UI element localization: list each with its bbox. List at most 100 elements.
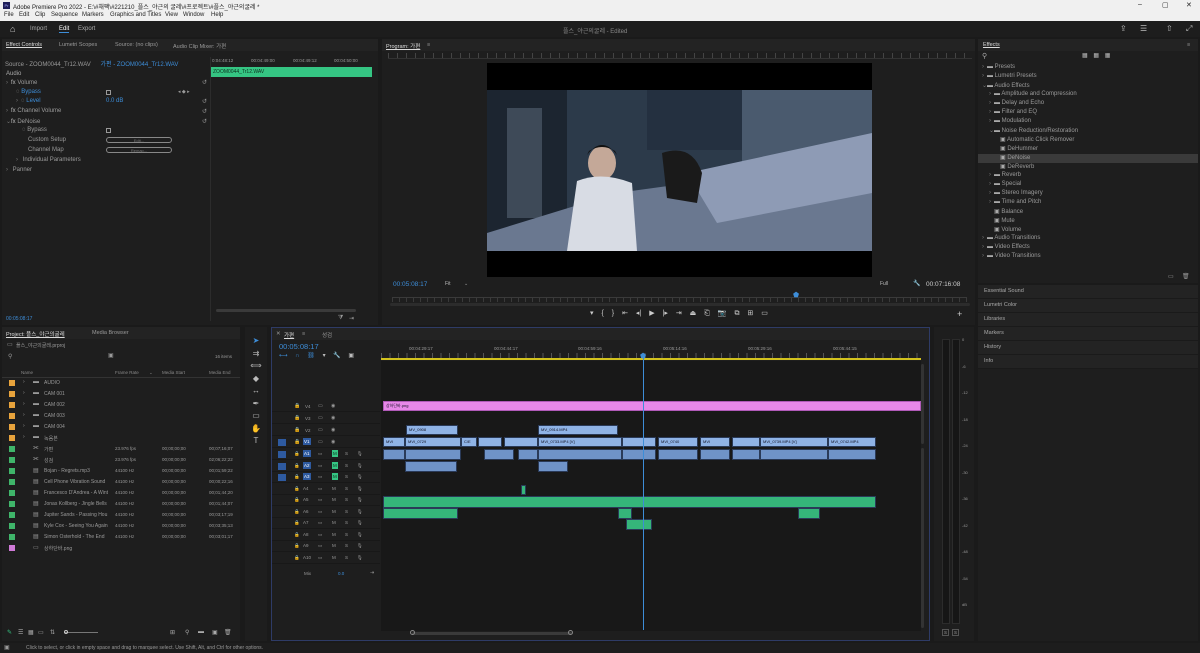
bypass-checkbox[interactable] <box>106 90 111 95</box>
scroll-handle[interactable] <box>410 630 415 635</box>
video-clip[interactable]: C/E <box>461 437 477 447</box>
project-item[interactable]: › ▬ CAM 003 <box>2 411 240 422</box>
step-back-icon[interactable]: ◂| <box>636 310 641 317</box>
effects-item[interactable]: ▣ DeReverb <box>978 163 1198 172</box>
label-color-swatch[interactable] <box>9 446 15 452</box>
video-clip[interactable]: MVI_0733.MP4 [V] <box>538 437 622 447</box>
audio-clip[interactable] <box>383 449 405 460</box>
home-icon[interactable]: ⌂ <box>10 24 15 34</box>
fit-dropdown[interactable]: Fit <box>445 281 451 287</box>
audio-clip[interactable] <box>658 449 698 460</box>
effects-search-icon[interactable]: ⚲ <box>982 52 987 60</box>
scroll-handle[interactable] <box>568 630 573 635</box>
ec-row-panner[interactable]: › Panner <box>6 167 210 173</box>
ec-timecode[interactable]: 00:05:08:17 <box>6 316 32 322</box>
accelerated-filter-icon[interactable]: ▦ <box>1082 53 1088 59</box>
effects-item[interactable]: › ▬ Special <box>978 181 1198 190</box>
effects-item[interactable]: › ▬ Lumetri Presets <box>978 73 1198 82</box>
effects-item[interactable]: › ▬ Video Transitions <box>978 253 1198 262</box>
menu-edit[interactable]: Edit <box>19 12 29 18</box>
video-clip[interactable] <box>478 437 502 447</box>
expand-icon[interactable]: › <box>23 423 25 429</box>
column-media-start[interactable]: Media Start <box>162 370 185 375</box>
effects-item[interactable]: › ▬ Filter and EQ <box>978 109 1198 118</box>
safe-margins-icon[interactable]: ▭ <box>761 310 768 317</box>
project-item[interactable]: ⫘ 가편 23.976 fps 00;00;00;00 00;07;16;07 <box>2 444 240 455</box>
audio-clip[interactable] <box>521 485 526 495</box>
edit-button[interactable]: Edit... <box>106 137 172 143</box>
pen-icon[interactable]: ✎ <box>7 629 12 636</box>
mark-in-icon[interactable]: { <box>601 310 603 317</box>
list-view-icon[interactable]: ☰ <box>18 629 23 636</box>
automate-icon[interactable]: ⊞ <box>170 629 175 636</box>
video-frame[interactable] <box>487 63 872 277</box>
section-lumetri-color[interactable]: Lumetri Color <box>978 299 1198 312</box>
effects-item[interactable]: ▣ Balance <box>978 208 1198 217</box>
ec-row-channel-volume[interactable]: › fx Channel Volume <box>6 108 210 114</box>
notifications-icon[interactable]: ☰ <box>1140 24 1147 33</box>
label-color-swatch[interactable] <box>9 523 15 529</box>
slip-tool-icon[interactable]: ↔ <box>250 385 262 398</box>
go-to-end-icon[interactable]: ⇥ <box>370 570 374 576</box>
expand-icon[interactable]: › <box>23 434 25 440</box>
mark-out-icon[interactable]: } <box>612 310 614 317</box>
find-icon[interactable]: ⚲ <box>185 629 189 636</box>
menu-window[interactable]: Window <box>183 12 204 18</box>
column-name[interactable]: Name <box>21 370 33 375</box>
expand-icon[interactable]: › <box>23 412 25 418</box>
effects-item[interactable]: › ▬ Amplitude and Compression <box>978 91 1198 100</box>
effects-item[interactable]: ▣ Volume <box>978 226 1198 235</box>
video-clip[interactable]: MV_0908 <box>406 425 458 435</box>
multi-icon[interactable]: ⊞ <box>747 310 753 317</box>
expand-icon[interactable]: › <box>23 379 25 385</box>
mix-value[interactable]: 0.0 <box>338 571 344 576</box>
effects-item[interactable]: ⌄▬ Audio Effects <box>978 82 1198 91</box>
menu-markers[interactable]: Markers <box>82 12 104 18</box>
add-button-icon[interactable]: + <box>957 309 962 319</box>
new-bin-icon[interactable]: ▬ <box>198 629 204 635</box>
video-clip[interactable]: MV_0914.MP4 <box>538 425 618 435</box>
minimize-icon[interactable]: – <box>1138 1 1142 8</box>
audio-clip[interactable] <box>538 449 622 460</box>
effects-item[interactable]: ▣ DeHummer <box>978 145 1198 154</box>
close-icon[interactable]: ✕ <box>1186 1 1192 9</box>
new-item-icon[interactable]: ▣ <box>212 629 218 636</box>
section-libraries[interactable]: Libraries <box>978 313 1198 326</box>
audio-clip[interactable] <box>700 449 730 460</box>
effects-item[interactable]: › ▬ Stereo Imagery <box>978 190 1198 199</box>
new-bin-from-search-icon[interactable]: ▣ <box>108 352 114 359</box>
ec-row-denoise-bypass[interactable]: ◌ Bypass <box>22 127 210 133</box>
video-clip[interactable]: MVI <box>700 437 730 447</box>
label-color-swatch[interactable] <box>9 545 15 551</box>
sort-icon[interactable]: ⌄ <box>149 370 153 376</box>
remap-button[interactable]: Remap... <box>106 147 172 153</box>
hand-tool-icon[interactable]: ✋ <box>250 423 262 436</box>
reset-icon[interactable]: ↺ <box>202 79 207 86</box>
add-marker-icon[interactable]: ▾ <box>590 310 594 317</box>
video-clip[interactable]: MVI_0739.MP4 [V] <box>760 437 828 447</box>
audio-clip[interactable] <box>622 449 656 460</box>
project-item[interactable]: › ▬ CAM 004 <box>2 422 240 433</box>
audio-clip[interactable] <box>383 496 876 508</box>
video-clip[interactable]: MVI_0729 <box>405 437 461 447</box>
project-item[interactable]: › ▬ 녹음본 <box>2 433 240 444</box>
program-timecode[interactable]: 00:05:08:17 <box>393 281 427 288</box>
label-color-swatch[interactable] <box>9 402 15 408</box>
expand-icon[interactable]: › <box>23 401 25 407</box>
type-tool-icon[interactable]: T <box>250 435 262 448</box>
effects-item[interactable]: › ▬ Video Effects <box>978 244 1198 253</box>
tab-edit[interactable]: Edit <box>59 26 70 33</box>
lift-icon[interactable]: ⏏ <box>690 310 697 317</box>
maximize-icon[interactable]: ▢ <box>1162 1 1169 9</box>
vertical-scrollbar-top[interactable] <box>921 364 924 444</box>
filter-icon[interactable]: ⧩ <box>338 315 343 322</box>
program-playhead-icon[interactable]: ⬟ <box>793 291 799 299</box>
sequence-label[interactable]: 가편 - ZOOM0044_Tr12.WAV <box>100 62 178 68</box>
label-color-swatch[interactable] <box>9 501 15 507</box>
effects-item[interactable]: › ▬ Audio Transitions <box>978 235 1198 244</box>
effects-search-input[interactable] <box>992 53 1082 59</box>
video-clip[interactable] <box>622 437 656 447</box>
ec-scrollbar[interactable] <box>216 309 356 312</box>
audio-clip[interactable] <box>798 508 820 519</box>
video-clip[interactable]: MVI <box>383 437 405 447</box>
